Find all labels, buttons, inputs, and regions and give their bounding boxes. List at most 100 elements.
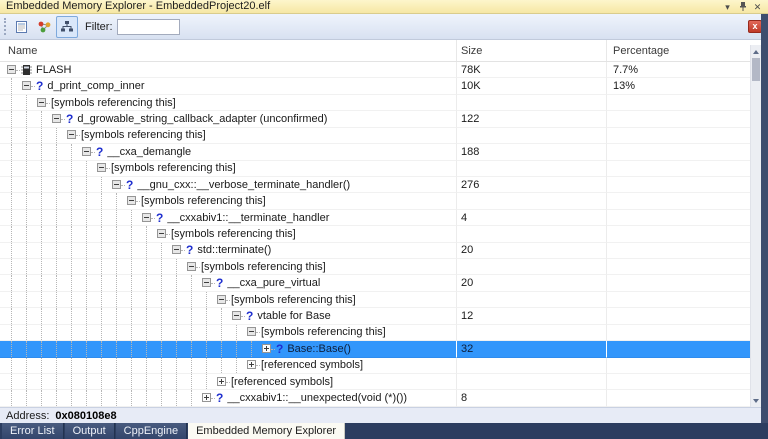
tree-size-cell: 8 — [457, 390, 607, 407]
tree-size-cell: 20 — [457, 275, 607, 292]
expand-expander-icon[interactable] — [262, 343, 271, 353]
tree-row[interactable]: [symbols referencing this] — [0, 259, 750, 276]
tree-row[interactable]: ? __gnu_cxx::__verbose_terminate_handler(… — [0, 176, 750, 194]
collapse-expander-icon[interactable] — [22, 81, 31, 91]
tree-view-icon[interactable] — [56, 15, 78, 38]
tree-guide-line — [176, 308, 177, 324]
tree-row[interactable]: ? vtable for Base 12 — [0, 308, 750, 325]
collapse-expander-icon[interactable] — [172, 245, 181, 255]
tab-error-list[interactable]: Error List — [2, 423, 64, 439]
tree-guide-line — [26, 275, 27, 291]
tree-guide-line — [41, 324, 42, 341]
tree-row[interactable]: [symbols referencing this] — [0, 160, 750, 177]
expand-expander-icon[interactable] — [202, 393, 211, 403]
tool-window-titlebar[interactable]: Embedded Memory Explorer - EmbeddedProje… — [0, 0, 768, 14]
filter-input[interactable] — [116, 18, 180, 35]
tree-row[interactable]: [symbols referencing this] — [0, 226, 750, 243]
tree-row[interactable]: FLASH 78K 7.7% — [0, 62, 750, 79]
expander-plus-line — [251, 362, 252, 368]
tree-row[interactable]: ? Base::Base() 32 — [0, 341, 750, 358]
tree-row[interactable]: [symbols referencing this] — [0, 324, 750, 342]
scroll-up-icon[interactable] — [751, 45, 761, 58]
dock-edge-rail[interactable] — [761, 14, 768, 423]
pin-icon[interactable] — [735, 1, 750, 13]
tree-row[interactable]: ? d_growable_string_callback_adapter (unc… — [0, 111, 750, 128]
tab-cppengine[interactable]: CppEngine — [115, 423, 188, 439]
expander-minus-line — [174, 249, 179, 251]
collapse-expander-icon[interactable] — [127, 196, 136, 206]
clear-filter-icon[interactable]: x — [748, 20, 762, 33]
column-header-name[interactable]: Name — [0, 40, 457, 61]
collapse-expander-icon[interactable] — [157, 228, 166, 238]
tree-guide-line — [206, 308, 207, 324]
collapse-expander-icon[interactable] — [97, 163, 106, 173]
tree-rows: FLASH 78K 7.7%? d_print_comp_inner 10K 13% [sy… — [0, 62, 750, 407]
tree-label: Base::Base() — [287, 342, 351, 355]
collapse-expander-icon[interactable] — [82, 146, 91, 156]
tree-guide-line — [41, 209, 42, 226]
collapse-expander-icon[interactable] — [202, 278, 211, 288]
tree-connector-line — [271, 348, 275, 350]
close-icon[interactable]: ✕ — [750, 1, 765, 13]
tree-row[interactable]: [symbols referencing this] — [0, 127, 750, 145]
collapse-expander-icon[interactable] — [217, 294, 226, 304]
symbol-question-icon: ? — [186, 243, 194, 258]
scroll-down-icon[interactable] — [751, 394, 761, 407]
collapse-expander-icon[interactable] — [37, 97, 46, 107]
collapse-expander-icon[interactable] — [7, 64, 16, 74]
tree-row[interactable]: [symbols referencing this] — [0, 94, 750, 112]
tree-guide-line — [11, 144, 12, 160]
vertical-scrollbar[interactable] — [750, 45, 761, 407]
symbol-graph-icon[interactable] — [33, 16, 55, 38]
tree-row[interactable]: [referenced symbols] — [0, 374, 750, 391]
tree-row[interactable]: ? __cxxabiv1::__terminate_handler 4 — [0, 209, 750, 227]
tree-row[interactable]: ? __cxa_demangle 188 — [0, 144, 750, 161]
scrollbar-thumb[interactable] — [752, 58, 760, 81]
tree-row[interactable]: ? __cxa_pure_virtual 20 — [0, 275, 750, 292]
tree-connector-line — [211, 398, 215, 400]
expand-expander-icon[interactable] — [217, 376, 226, 386]
collapse-expander-icon[interactable] — [112, 179, 121, 189]
symbol-question-icon: ? — [66, 111, 74, 126]
tree-label-wrap: [symbols referencing this] — [201, 261, 326, 273]
expand-expander-icon[interactable] — [247, 360, 256, 370]
tree-guide-line — [26, 94, 27, 111]
tree-label-wrap: [referenced symbols] — [261, 359, 363, 371]
collapse-expander-icon[interactable] — [247, 327, 256, 337]
tree-name-cell: ? __cxxabiv1::__terminate_handler — [0, 209, 457, 227]
column-header-size[interactable]: Size — [457, 40, 607, 61]
tree-row[interactable]: ? d_print_comp_inner 10K 13% — [0, 78, 750, 95]
tree-label-wrap: [symbols referencing this] — [111, 162, 236, 174]
tree-guide-line — [146, 226, 147, 242]
collapse-expander-icon[interactable] — [142, 212, 151, 222]
tree-row[interactable]: [symbols referencing this] — [0, 291, 750, 309]
tree-guide-line — [191, 308, 192, 324]
expander-minus-line — [234, 315, 239, 317]
tree-row[interactable]: ? __cxxabiv1::__unexpected(void (*)()) 8 — [0, 390, 750, 407]
tab-embedded-memory-explorer[interactable]: Embedded Memory Explorer — [188, 423, 346, 439]
collapse-expander-icon[interactable] — [67, 130, 76, 140]
tree-guide-line — [131, 259, 132, 275]
collapse-expander-icon[interactable] — [187, 261, 196, 271]
toolbar-grip[interactable] — [4, 18, 6, 35]
report-icon[interactable] — [10, 16, 32, 38]
tree-guide-line — [86, 209, 87, 226]
tree-view-icon-glyph — [61, 21, 73, 32]
tree-row[interactable]: [referenced symbols] — [0, 357, 750, 375]
expander-minus-line — [24, 85, 29, 87]
tree-guide-line — [56, 308, 57, 324]
tree-connector-line — [211, 283, 215, 285]
tree-guide-line — [86, 390, 87, 406]
tree-guide-line — [71, 160, 72, 176]
tree-row[interactable]: ? std::terminate() 20 — [0, 242, 750, 260]
tab-output[interactable]: Output — [64, 423, 115, 439]
collapse-expander-icon[interactable] — [232, 311, 241, 321]
tree-percentage-cell — [607, 358, 750, 375]
tree-guide-line — [191, 341, 192, 357]
tree-row[interactable]: [symbols referencing this] — [0, 193, 750, 210]
collapse-expander-icon[interactable] — [52, 113, 61, 123]
tree-label: [symbols referencing this] — [171, 227, 296, 240]
window-position-icon[interactable]: ▾ — [720, 1, 735, 13]
tree-name-cell: [symbols referencing this] — [0, 193, 457, 210]
column-header-percentage[interactable]: Percentage — [607, 40, 750, 61]
